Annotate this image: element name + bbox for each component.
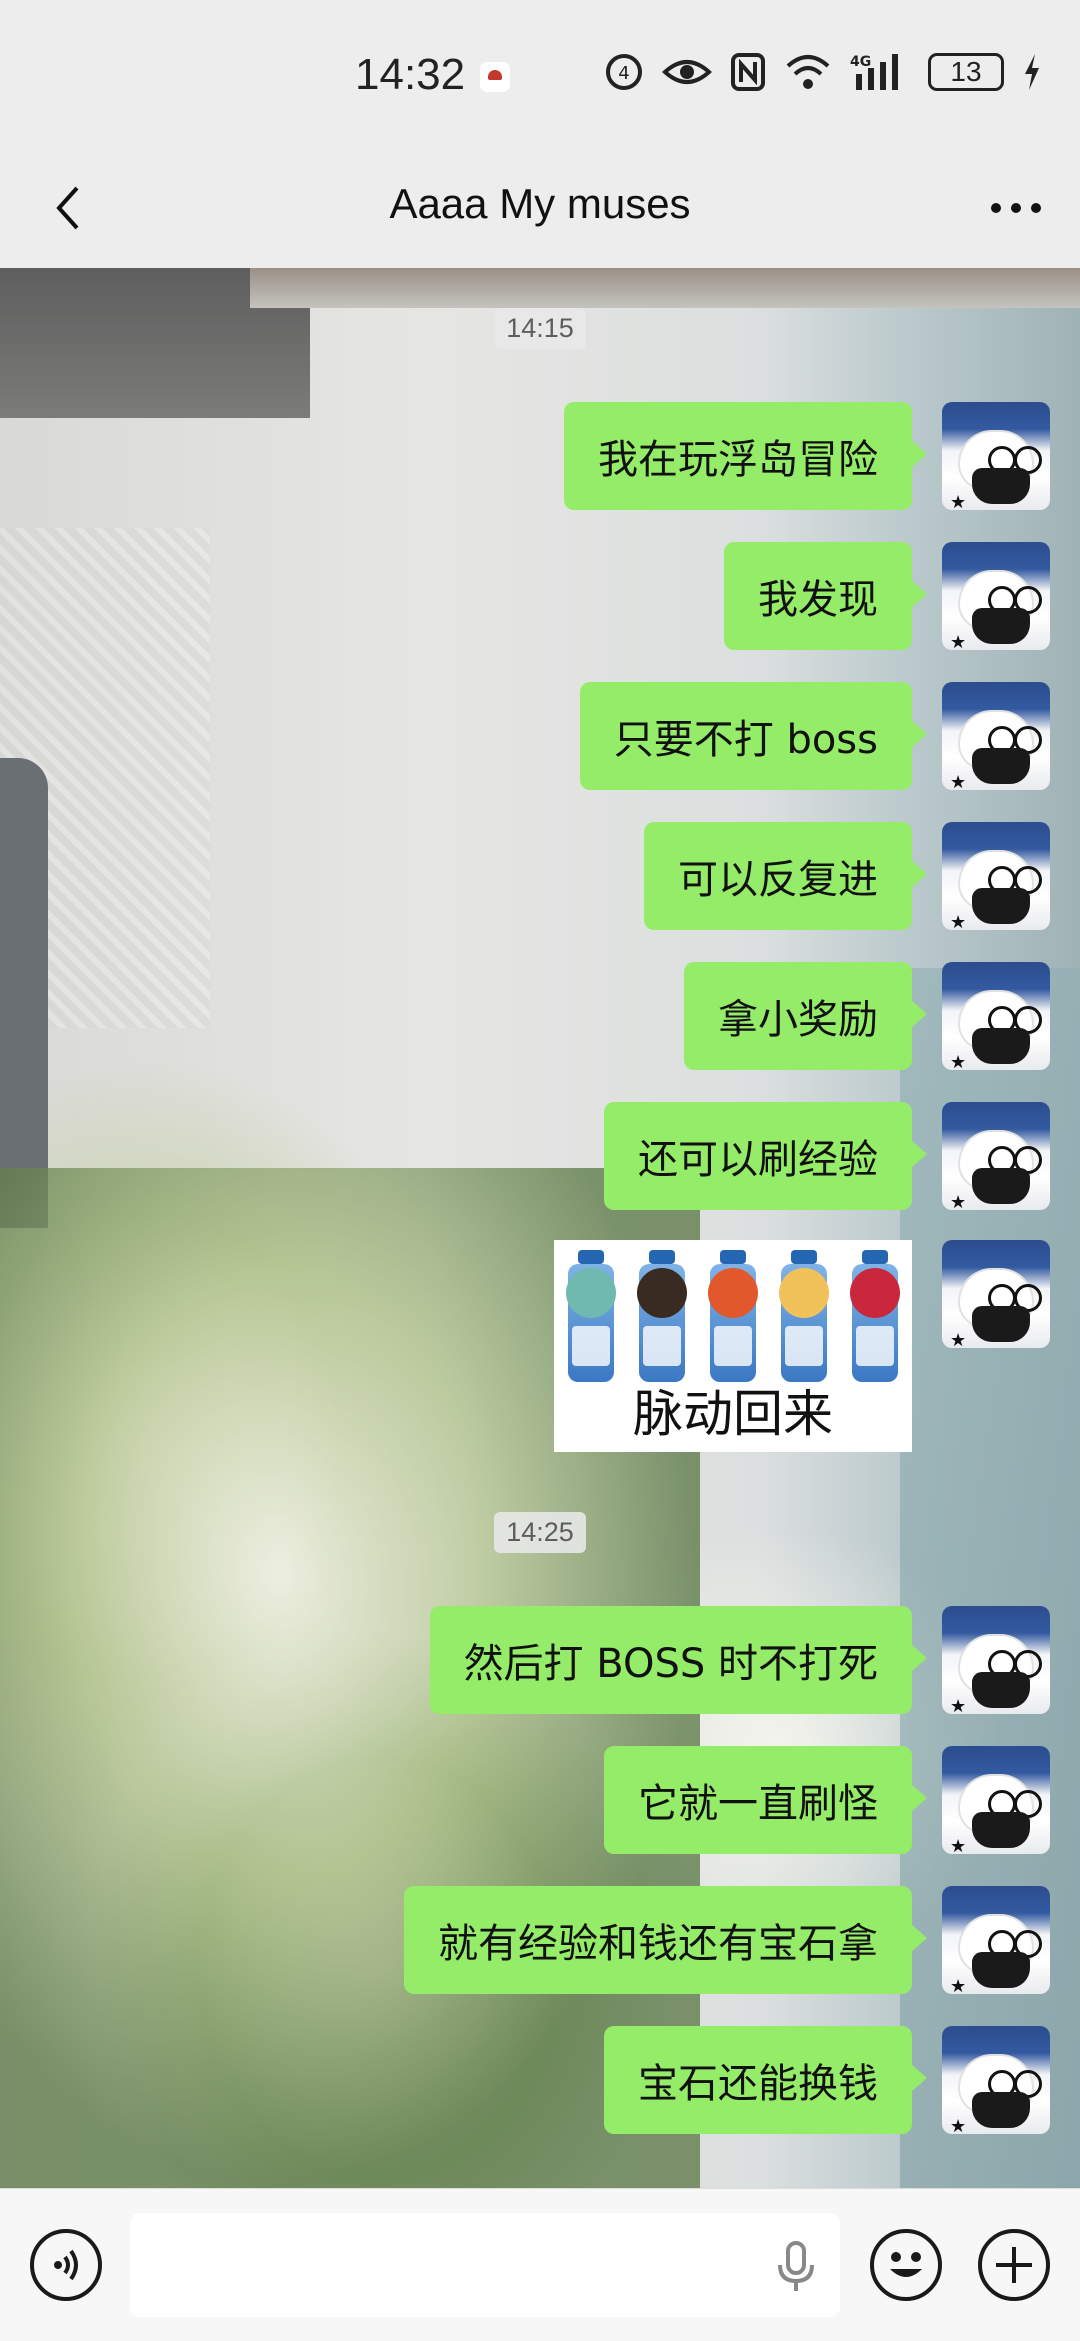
nfc-icon (730, 52, 766, 92)
status-time: 14:32 (355, 50, 466, 99)
status-bar: 14:32 4 4G 13 (0, 0, 1080, 150)
eye-icon (662, 52, 712, 92)
status-icons: 4 4G 13 (604, 52, 1042, 92)
signal-icon: 4G (850, 52, 910, 92)
message-bubble[interactable]: 拿小奖励 (684, 962, 927, 1070)
chat-area[interactable]: 14:15 我在玩浮岛冒险 ★ 我发现 ★ 只要不打 boss ★ 可以反复进 … (0, 268, 1080, 2188)
nav-bar: Aaaa My muses (0, 150, 1080, 268)
plus-icon (996, 2247, 1032, 2283)
avatar[interactable]: ★ (942, 1606, 1050, 1714)
message-row: 拿小奖励 ★ (684, 962, 1050, 1070)
sticker-image[interactable]: 脉动回来 (554, 1240, 912, 1452)
avatar[interactable]: ★ (942, 822, 1050, 930)
avatar[interactable]: ★ (942, 962, 1050, 1070)
avatar[interactable]: ★ (942, 1240, 1050, 1348)
message-row: 就有经验和钱还有宝石拿 ★ (404, 1886, 1050, 1994)
message-bubble[interactable]: 宝石还能换钱 (604, 2026, 927, 2134)
input-bar (0, 2188, 1080, 2341)
notification-icon (480, 62, 510, 92)
message-bubble[interactable]: 还可以刷经验 (604, 1102, 927, 1210)
sticker-row: 脉动回来 ★ (554, 1240, 1050, 1452)
message-row: 宝石还能换钱 ★ (604, 2026, 1050, 2134)
message-bubble[interactable]: 可以反复进 (644, 822, 927, 930)
voice-button[interactable] (30, 2229, 102, 2301)
message-row: 我发现 ★ (724, 542, 1050, 650)
avatar[interactable]: ★ (942, 402, 1050, 510)
message-row: 可以反复进 ★ (644, 822, 1050, 930)
avatar[interactable]: ★ (942, 2026, 1050, 2134)
avatar[interactable]: ★ (942, 1746, 1050, 1854)
network-label: 4G (850, 54, 871, 70)
message-row: 还可以刷经验 ★ (604, 1102, 1050, 1210)
more-dots-icon (991, 203, 1041, 213)
message-bubble[interactable]: 它就一直刷怪 (604, 1746, 927, 1854)
voice-icon (54, 2249, 78, 2281)
hd-call-icon: 4 (604, 52, 644, 92)
wifi-icon (784, 52, 832, 92)
avatar[interactable]: ★ (942, 682, 1050, 790)
message-row: 我在玩浮岛冒险 ★ (564, 402, 1050, 510)
battery-indicator: 13 (928, 53, 1004, 91)
avatar[interactable]: ★ (942, 1102, 1050, 1210)
time-separator: 14:25 (0, 1512, 1080, 1553)
message-bubble[interactable]: 我发现 (724, 542, 927, 650)
sticker-bottles (562, 1248, 904, 1388)
avatar[interactable]: ★ (942, 542, 1050, 650)
more-button[interactable] (980, 176, 1052, 240)
more-actions-button[interactable] (978, 2229, 1050, 2301)
message-row: 它就一直刷怪 ★ (604, 1746, 1050, 1854)
time-separator: 14:15 (0, 308, 1080, 349)
chat-title: Aaaa My muses (389, 180, 691, 227)
emoji-icon (890, 2252, 922, 2277)
message-bubble[interactable]: 就有经验和钱还有宝石拿 (404, 1886, 927, 1994)
message-row: 然后打 BOSS 时不打死 ★ (429, 1606, 1050, 1714)
message-bubble[interactable]: 只要不打 boss (579, 682, 928, 790)
message-row: 只要不打 boss ★ (579, 682, 1050, 790)
avatar[interactable]: ★ (942, 1886, 1050, 1994)
message-input[interactable] (130, 2213, 840, 2317)
charging-icon (1022, 52, 1042, 92)
message-bubble[interactable]: 我在玩浮岛冒险 (564, 402, 927, 510)
svg-text:4: 4 (618, 63, 629, 84)
sticker-caption: 脉动回来 (633, 1385, 833, 1443)
emoji-button[interactable] (870, 2229, 942, 2301)
message-bubble[interactable]: 然后打 BOSS 时不打死 (429, 1606, 928, 1714)
microphone-icon[interactable] (776, 2241, 816, 2293)
